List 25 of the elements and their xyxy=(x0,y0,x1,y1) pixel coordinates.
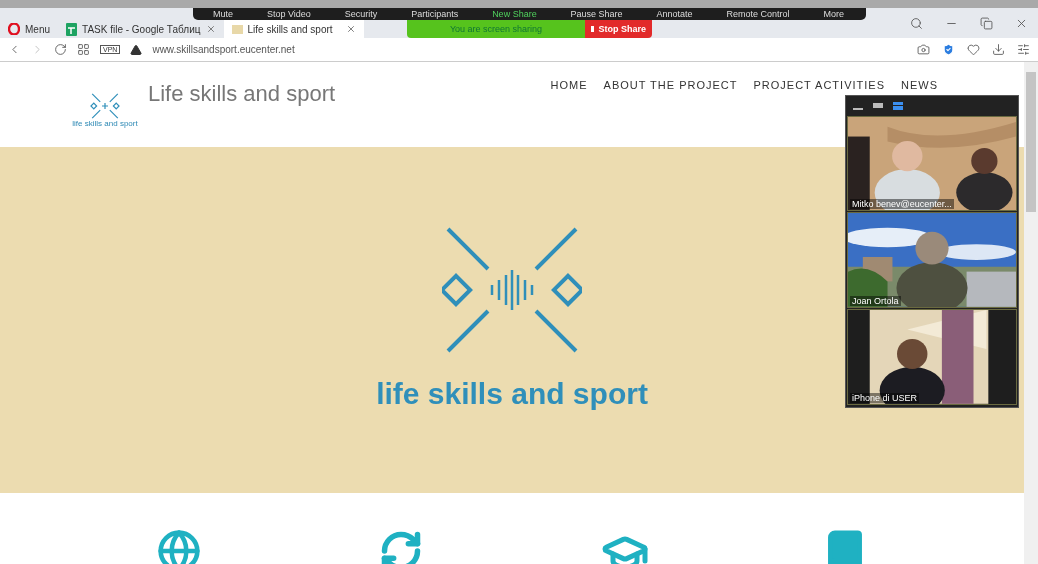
stop-share-button[interactable]: Stop Share xyxy=(585,20,652,38)
nav-link[interactable]: PROJECT ACTIVITIES xyxy=(753,78,885,91)
browser-tab[interactable]: Life skills and sport xyxy=(223,20,364,38)
toolbar-item[interactable]: Stop Video xyxy=(266,8,311,20)
site-title: Life skills and sport xyxy=(148,80,336,107)
nav-link[interactable]: HOME xyxy=(550,78,588,91)
toolbar-item[interactable]: Participants xyxy=(411,8,459,20)
browser-tab[interactable]: Menu xyxy=(0,20,58,38)
nav-link[interactable]: ABOUT THE PROJECT xyxy=(603,78,738,91)
toolbar-item[interactable]: Remote Control xyxy=(726,8,790,20)
toolbar-item[interactable]: Mute xyxy=(213,8,233,20)
participant-name: Joan Ortola xyxy=(850,296,901,307)
nav-link[interactable]: NEWS xyxy=(901,78,938,91)
sharing-status-text: You are screen sharing xyxy=(448,24,544,34)
toolbar-item[interactable]: New Share xyxy=(492,8,537,20)
participant-name: iPhone di USER xyxy=(850,393,920,403)
logo-caption: life skills and sport xyxy=(72,119,138,128)
participant-name: Mitko benev@eucenter... xyxy=(850,199,954,210)
toolbar-item[interactable]: More xyxy=(823,8,844,20)
toolbar-item[interactable]: Annotate xyxy=(656,8,693,20)
address-field[interactable]: www.skillsandsport.eucenter.net xyxy=(152,44,295,55)
toolbar-item[interactable]: Pause Share xyxy=(570,8,623,20)
hero-title: life skills and sport xyxy=(376,377,648,411)
toolbar-item[interactable]: Security xyxy=(344,8,378,20)
browser-tab[interactable]: TASK file - Google Таблиц xyxy=(58,20,224,38)
